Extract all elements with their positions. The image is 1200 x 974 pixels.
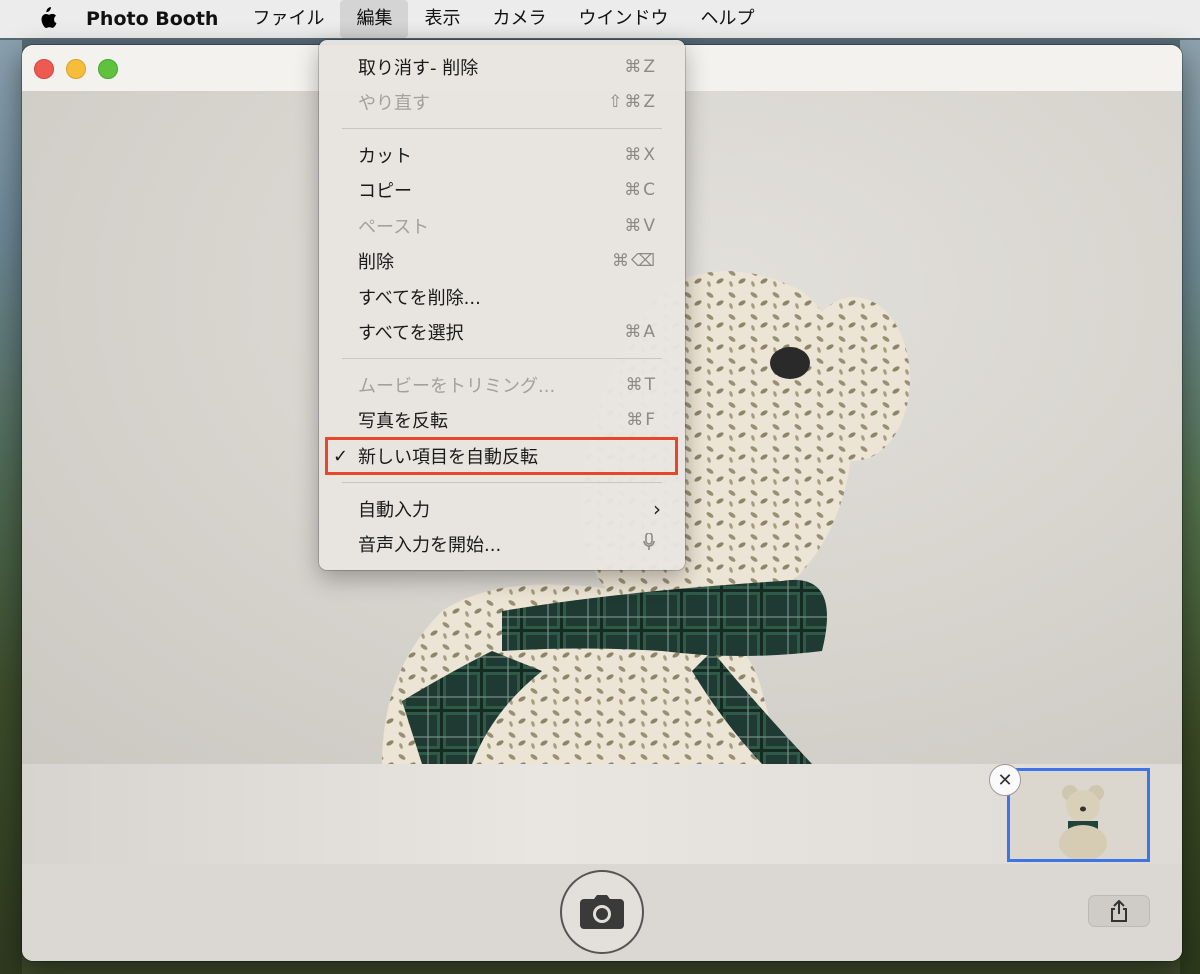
menu-item-cut[interactable]: カット ⌘X bbox=[319, 138, 685, 172]
menu-separator bbox=[342, 128, 662, 129]
minimize-window-button[interactable] bbox=[66, 59, 86, 79]
share-icon bbox=[1111, 900, 1127, 922]
shortcut-label: ⌘F bbox=[626, 410, 657, 430]
shortcut-label: ⌘C bbox=[624, 180, 657, 200]
menu-view[interactable]: 表示 bbox=[408, 0, 476, 38]
menu-item-redo: やり直す ⇧⌘Z bbox=[319, 85, 685, 119]
menu-item-flip-photo[interactable]: 写真を反転 ⌘F bbox=[319, 403, 685, 437]
bottom-toolbar bbox=[22, 864, 1182, 961]
shortcut-label: ⌘X bbox=[624, 145, 657, 165]
menu-item-autofill[interactable]: 自動入力 › bbox=[319, 492, 685, 526]
menu-bar: Photo Booth ファイル 編集 表示 カメラ ウインドウ ヘルプ bbox=[0, 0, 1200, 38]
menu-item-label: すべてを選択 bbox=[358, 323, 464, 344]
shortcut-label: ⌘⌫ bbox=[611, 251, 657, 271]
menu-item-undo[interactable]: 取り消す- 削除 ⌘Z bbox=[319, 50, 685, 84]
menu-edit[interactable]: 編集 bbox=[340, 0, 409, 38]
menu-item-copy[interactable]: コピー ⌘C bbox=[319, 173, 685, 207]
zoom-window-button[interactable] bbox=[98, 59, 118, 79]
shortcut-label: ⌘V bbox=[624, 216, 657, 236]
shortcut-label: ⌘Z bbox=[624, 57, 657, 77]
menu-item-delete[interactable]: 削除 ⌘⌫ bbox=[319, 244, 685, 278]
menu-item-label: 自動入力 bbox=[358, 500, 430, 521]
camera-icon bbox=[580, 895, 624, 929]
app-name-menu[interactable]: Photo Booth bbox=[86, 8, 218, 30]
menu-item-label: 音声入力を開始... bbox=[358, 535, 502, 556]
chevron-right-icon: › bbox=[653, 497, 661, 521]
menu-item-label: すべてを削除... bbox=[358, 288, 481, 309]
menu-item-label: 削除 bbox=[358, 252, 394, 273]
menu-item-select-all[interactable]: すべてを選択 ⌘A bbox=[319, 315, 685, 349]
apple-menu[interactable] bbox=[28, 7, 66, 31]
auto-flip-highlight-box bbox=[325, 437, 678, 475]
menu-item-label: カット bbox=[358, 146, 412, 167]
menu-file[interactable]: ファイル bbox=[236, 0, 340, 38]
menu-item-start-dictation[interactable]: 音声入力を開始... bbox=[319, 527, 685, 561]
menu-camera[interactable]: カメラ bbox=[476, 0, 562, 38]
menu-item-paste: ペースト ⌘V bbox=[319, 209, 685, 243]
shortcut-label: ⌘A bbox=[624, 322, 657, 342]
menu-item-delete-all[interactable]: すべてを削除... bbox=[319, 280, 685, 314]
menu-window[interactable]: ウインドウ bbox=[562, 0, 684, 38]
menu-separator bbox=[342, 358, 662, 359]
shortcut-label: ⌘T bbox=[625, 375, 657, 395]
menu-item-label: ムービーをトリミング... bbox=[358, 376, 556, 397]
photo-thumbnail[interactable] bbox=[1007, 768, 1150, 862]
menu-item-label: やり直す bbox=[358, 93, 430, 114]
delete-thumbnail-button[interactable]: ✕ bbox=[989, 764, 1021, 796]
menu-item-label: 取り消す- 削除 bbox=[358, 58, 479, 79]
menu-item-trim-movie: ムービーをトリミング... ⌘T bbox=[319, 368, 685, 402]
thumbnail-bear-image bbox=[1010, 771, 1147, 859]
desktop-background-right bbox=[1180, 40, 1200, 974]
desktop-background-left bbox=[0, 40, 22, 974]
photo-strip: ✕ bbox=[22, 764, 1182, 864]
close-window-button[interactable] bbox=[34, 59, 54, 79]
shortcut-label: ⇧⌘Z bbox=[608, 92, 657, 112]
menu-separator bbox=[342, 482, 662, 483]
menu-item-label: ペースト bbox=[358, 217, 430, 238]
apple-icon bbox=[41, 7, 57, 28]
edit-menu-dropdown: 取り消す- 削除 ⌘Z やり直す ⇧⌘Z カット ⌘X コピー ⌘C ペースト … bbox=[319, 40, 685, 570]
menu-item-label: コピー bbox=[358, 181, 412, 202]
share-button[interactable] bbox=[1088, 895, 1150, 927]
menu-help[interactable]: ヘルプ bbox=[684, 0, 770, 38]
mic-icon bbox=[643, 531, 655, 556]
take-photo-button[interactable] bbox=[560, 870, 644, 954]
menu-item-label: 写真を反転 bbox=[358, 411, 448, 432]
